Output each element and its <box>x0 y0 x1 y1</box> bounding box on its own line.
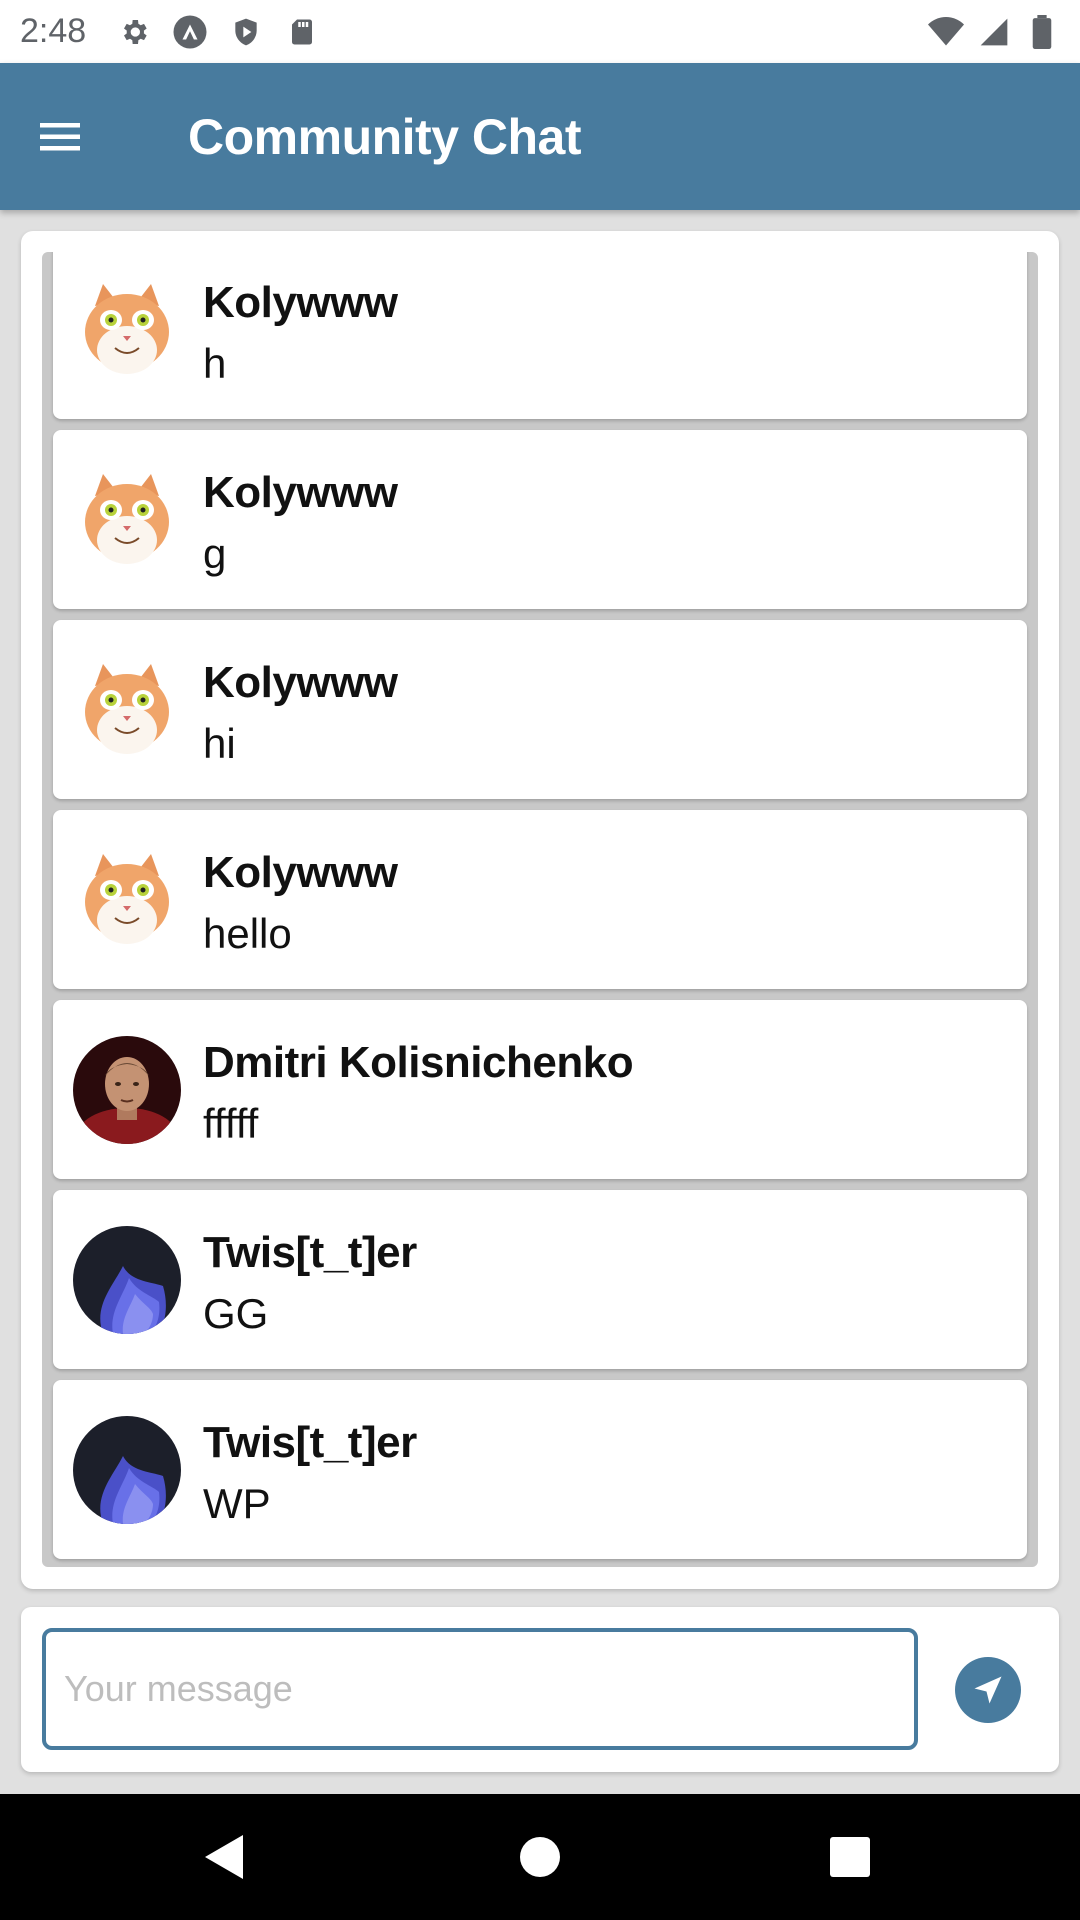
message-author: Kolywww <box>203 848 398 897</box>
a-logo-icon <box>172 14 208 50</box>
send-button[interactable] <box>955 1657 1021 1723</box>
wifi-icon <box>928 14 964 50</box>
chat-card: Kolywww h Kolywww g Kolywww hi Kolywww h… <box>21 231 1059 1589</box>
message-item[interactable]: Dmitri Kolisnichenko fffff <box>53 1000 1027 1179</box>
message-item[interactable]: Kolywww hi <box>53 620 1027 799</box>
status-icons-right <box>928 14 1060 50</box>
message-text: hello <box>203 910 292 957</box>
message-author: Kolywww <box>203 468 398 517</box>
send-arrow-icon <box>974 1676 1002 1704</box>
cell-signal-icon <box>976 14 1012 50</box>
message-author: Dmitri Kolisnichenko <box>203 1038 634 1087</box>
message-author: Twis[t_t]er <box>203 1418 417 1467</box>
message-text: WP <box>203 1480 271 1527</box>
recents-button[interactable] <box>770 1794 930 1920</box>
message-item[interactable]: Twis[t_t]er WP <box>53 1380 1027 1559</box>
chat-list-scroll[interactable]: Kolywww h Kolywww g Kolywww hi Kolywww h… <box>42 252 1038 1567</box>
back-icon <box>205 1835 243 1879</box>
message-text: g <box>203 530 227 577</box>
battery-icon <box>1024 14 1060 50</box>
menu-button[interactable] <box>0 63 120 210</box>
cat-avatar[interactable] <box>73 276 181 384</box>
home-icon <box>520 1837 560 1877</box>
message-author: Twis[t_t]er <box>203 1228 417 1277</box>
composer <box>21 1607 1059 1772</box>
status-bar: 2:48 <box>0 0 1080 63</box>
man-avatar[interactable] <box>73 1036 181 1144</box>
recents-icon <box>830 1837 870 1877</box>
page-title: Community Chat <box>188 108 582 165</box>
hamburger-menu-icon <box>40 122 80 150</box>
blue-abstract-avatar[interactable] <box>73 1226 181 1334</box>
message-item[interactable]: Twis[t_t]er GG <box>53 1190 1027 1369</box>
home-button[interactable] <box>460 1794 620 1920</box>
message-text: fffff <box>203 1100 259 1147</box>
cat-avatar[interactable] <box>73 846 181 954</box>
message-text: GG <box>203 1290 269 1337</box>
status-icons-left <box>116 14 320 50</box>
shield-play-icon <box>228 14 264 50</box>
chat-list: Kolywww h Kolywww g Kolywww hi Kolywww h… <box>53 252 1027 1567</box>
message-text: h <box>203 340 227 387</box>
back-button[interactable] <box>145 1794 305 1920</box>
message-author: Kolywww <box>203 278 398 327</box>
app-bar: Community Chat <box>0 63 1080 210</box>
gear-icon <box>116 14 152 50</box>
sd-card-icon <box>284 14 320 50</box>
message-item[interactable]: Kolywww h <box>53 252 1027 419</box>
message-input[interactable] <box>42 1628 918 1750</box>
message-item[interactable]: Kolywww g <box>53 430 1027 609</box>
status-time: 2:48 <box>20 12 87 50</box>
cat-avatar[interactable] <box>73 466 181 574</box>
message-item[interactable]: Kolywww hello <box>53 810 1027 989</box>
message-text: hi <box>203 720 236 767</box>
blue-abstract-avatar[interactable] <box>73 1416 181 1524</box>
cat-avatar[interactable] <box>73 656 181 764</box>
system-nav-bar <box>0 1794 1080 1920</box>
message-author: Kolywww <box>203 658 398 707</box>
